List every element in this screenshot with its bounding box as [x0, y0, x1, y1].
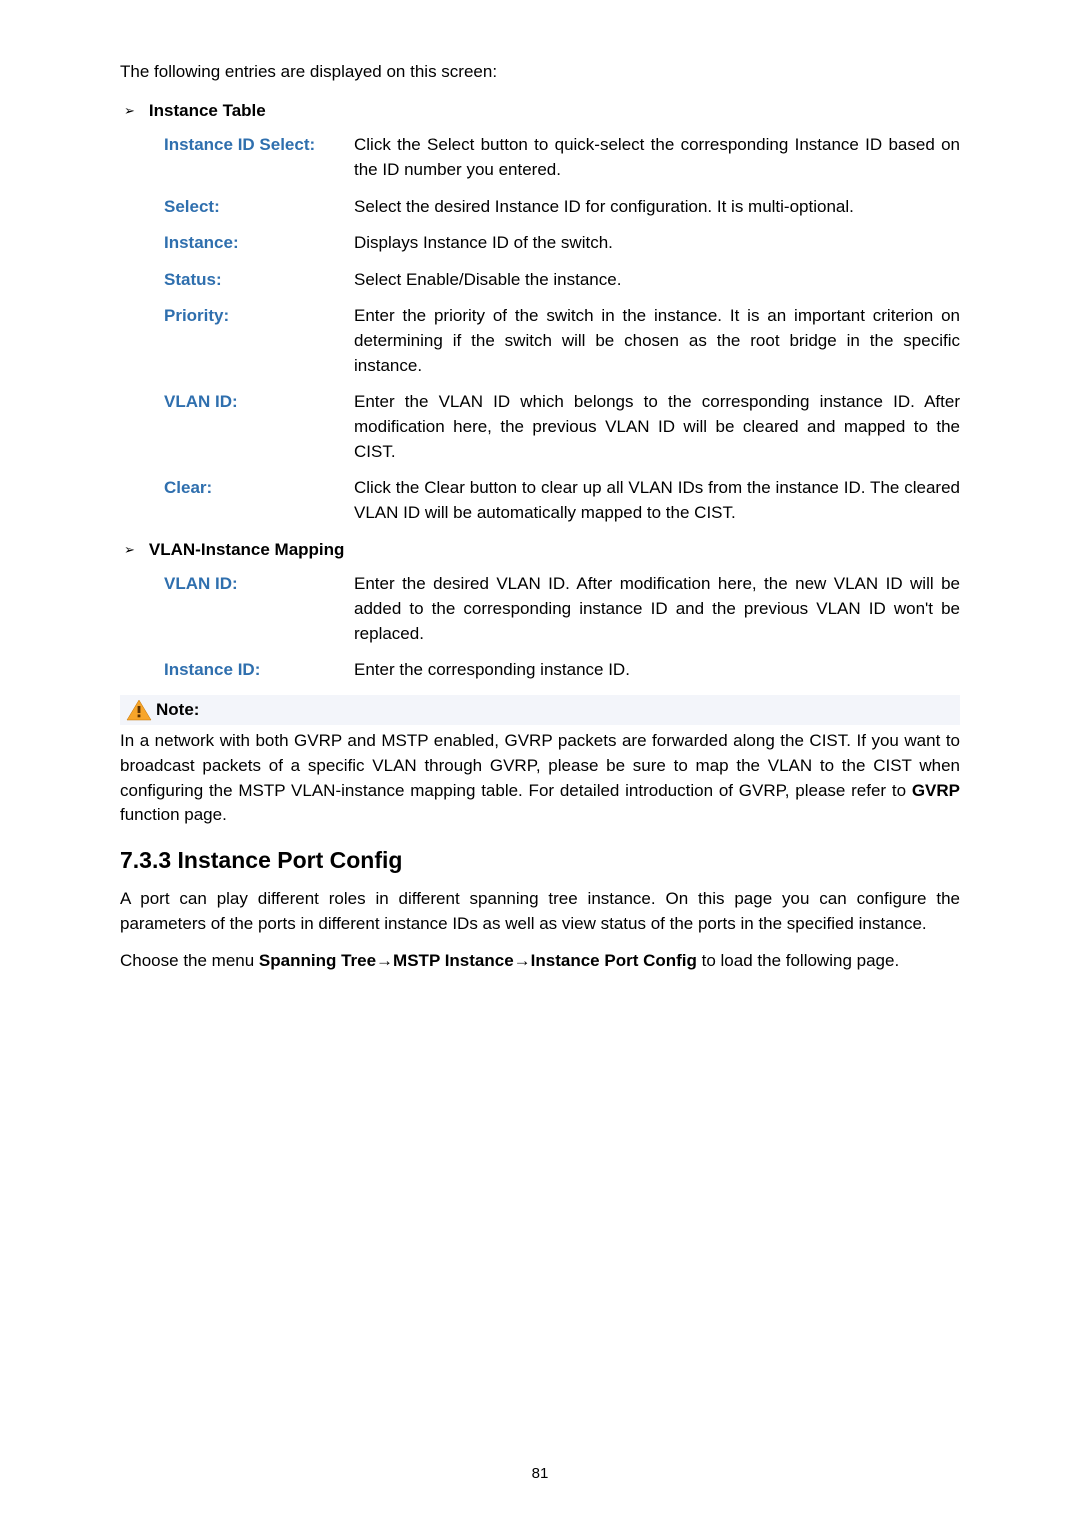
def-row: Instance: Displays Instance ID of the sw… — [164, 231, 960, 256]
bullet-arrow-icon: ➢ — [124, 102, 135, 121]
def-term-select: Select: — [164, 195, 354, 220]
note-label: Note: — [156, 698, 199, 723]
def-term-instance: Instance: — [164, 231, 354, 256]
def-row: VLAN ID: Enter the VLAN ID which belongs… — [164, 390, 960, 464]
note-text-pre: In a network with both GVRP and MSTP ena… — [120, 731, 960, 799]
def-row: Status: Select Enable/Disable the instan… — [164, 268, 960, 293]
def-row: Instance ID: Enter the corresponding ins… — [164, 658, 960, 683]
def-row: Instance ID Select: Click the Select but… — [164, 133, 960, 182]
body-paragraph-2: Choose the menu Spanning Tree→MSTP Insta… — [120, 949, 960, 974]
def-row: VLAN ID: Enter the desired VLAN ID. Afte… — [164, 572, 960, 646]
def-term-priority: Priority: — [164, 304, 354, 329]
def-term-vlan-id: VLAN ID: — [164, 572, 354, 597]
para2-bold-nav-path: Spanning Tree→MSTP Instance→Instance Por… — [259, 951, 697, 970]
def-row: Priority: Enter the priority of the swit… — [164, 304, 960, 378]
para2-pre: Choose the menu — [120, 951, 259, 970]
def-desc: Enter the priority of the switch in the … — [354, 304, 960, 378]
def-desc: Click the Select button to quick-select … — [354, 133, 960, 182]
def-term-status: Status: — [164, 268, 354, 293]
section-heading-instance-port-config: 7.3.3 Instance Port Config — [120, 844, 960, 877]
def-desc: Enter the corresponding instance ID. — [354, 658, 960, 683]
note-bar: Note: — [120, 695, 960, 726]
def-desc: Click the Clear button to clear up all V… — [354, 476, 960, 525]
def-term-clear: Clear: — [164, 476, 354, 501]
def-desc: Select the desired Instance ID for confi… — [354, 195, 960, 220]
def-row: Clear: Click the Clear button to clear u… — [164, 476, 960, 525]
definition-list-vlan-mapping: VLAN ID: Enter the desired VLAN ID. Afte… — [164, 572, 960, 683]
def-row: Select: Select the desired Instance ID f… — [164, 195, 960, 220]
note-text: In a network with both GVRP and MSTP ena… — [120, 729, 960, 828]
section-header-vlan-mapping: ➢ VLAN-Instance Mapping — [124, 538, 960, 563]
body-paragraph-1: A port can play different roles in diffe… — [120, 887, 960, 936]
section-header-label: Instance Table — [149, 99, 266, 124]
def-term-instance-id-select: Instance ID Select: — [164, 133, 354, 158]
def-desc: Select Enable/Disable the instance. — [354, 268, 960, 293]
def-desc: Enter the VLAN ID which belongs to the c… — [354, 390, 960, 464]
def-term-vlan-id: VLAN ID: — [164, 390, 354, 415]
page-number: 81 — [0, 1463, 1080, 1485]
def-term-instance-id: Instance ID: — [164, 658, 354, 683]
section-header-label: VLAN-Instance Mapping — [149, 538, 345, 563]
bullet-arrow-icon: ➢ — [124, 541, 135, 560]
note-text-post: function page. — [120, 805, 227, 824]
intro-text: The following entries are displayed on t… — [120, 60, 960, 85]
definition-list-instance-table: Instance ID Select: Click the Select but… — [164, 133, 960, 525]
section-header-instance-table: ➢ Instance Table — [124, 99, 960, 124]
note-text-bold: GVRP — [912, 781, 960, 800]
warning-icon — [126, 699, 152, 721]
para2-post: to load the following page. — [697, 951, 899, 970]
def-desc: Displays Instance ID of the switch. — [354, 231, 960, 256]
def-desc: Enter the desired VLAN ID. After modific… — [354, 572, 960, 646]
